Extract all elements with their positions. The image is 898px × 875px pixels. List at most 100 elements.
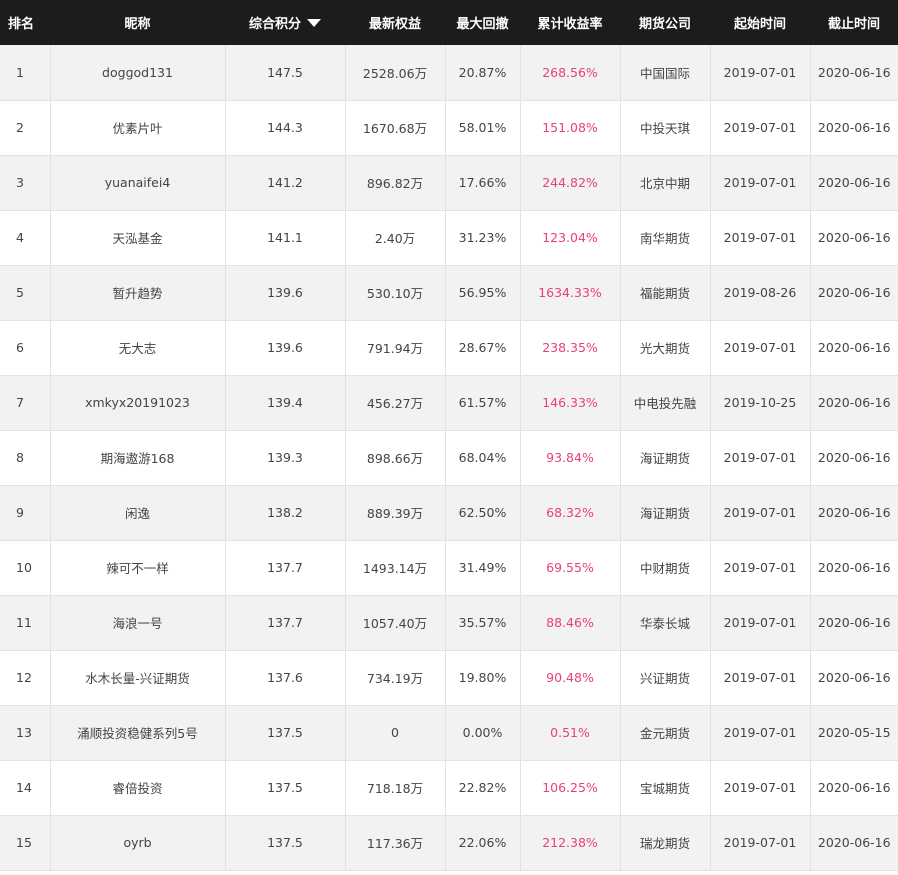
nickname-cell[interactable]: doggod131	[50, 45, 226, 101]
header-score-label: 综合积分	[248, 17, 301, 32]
header-return-rate[interactable]: 累计收益率	[520, 0, 620, 45]
score-cell: 137.5	[225, 705, 346, 761]
equity-cell: 1057.40万	[345, 595, 446, 651]
broker-cell: 海证期货	[620, 430, 711, 486]
nickname-cell[interactable]: 暂升趋势	[50, 265, 226, 321]
return-rate-cell: 93.84%	[520, 430, 621, 486]
end-date-cell: 2020-06-16	[810, 45, 898, 101]
table-row[interactable]: 15 oyrb 137.5 117.36万 22.06% 212.38% 瑞龙期货 2019-…	[0, 815, 898, 871]
score-cell: 141.1	[225, 210, 346, 266]
broker-cell: 中国国际	[620, 45, 711, 101]
table-row[interactable]: 11 海浪一号 137.7 1057.40万 35.57% 88.46% 华泰长城 2019-…	[0, 595, 898, 651]
score-cell: 144.3	[225, 100, 346, 156]
drawdown-cell: 62.50%	[445, 485, 521, 541]
nickname-cell[interactable]: 优素片叶	[50, 100, 226, 156]
end-date-cell: 2020-06-16	[810, 320, 898, 376]
nickname-cell[interactable]: oyrb	[50, 815, 226, 871]
nickname-cell[interactable]: yuanaifei4	[50, 155, 226, 211]
rank-cell: 10	[0, 540, 51, 596]
table-row[interactable]: 8 期海遨游168 139.3 898.66万 68.04% 93.84% 海证期货 2019…	[0, 430, 898, 486]
equity-cell: 1493.14万	[345, 540, 446, 596]
drawdown-cell: 61.57%	[445, 375, 521, 431]
table-row[interactable]: 13 涌顺投资稳健系列5号 137.5 0 0.00% 0.51% 金元期货 2019-07-…	[0, 705, 898, 761]
header-end-date[interactable]: 截止时间	[810, 0, 898, 45]
score-cell: 141.2	[225, 155, 346, 211]
nickname-cell[interactable]: 海浪一号	[50, 595, 226, 651]
broker-cell: 福能期货	[620, 265, 711, 321]
equity-cell: 896.82万	[345, 155, 446, 211]
end-date-cell: 2020-05-15	[810, 705, 898, 761]
equity-cell: 889.39万	[345, 485, 446, 541]
start-date-cell: 2019-07-01	[710, 705, 811, 761]
return-rate-cell: 146.33%	[520, 375, 621, 431]
nickname-cell[interactable]: 无大志	[50, 320, 226, 376]
return-rate-cell: 238.35%	[520, 320, 621, 376]
start-date-cell: 2019-07-01	[710, 430, 811, 486]
return-rate-cell: 123.04%	[520, 210, 621, 266]
rank-cell: 8	[0, 430, 51, 486]
rank-cell: 13	[0, 705, 51, 761]
triangle-down-icon[interactable]	[307, 19, 321, 27]
return-rate-cell: 212.38%	[520, 815, 621, 871]
ranking-table: 排名 昵称 综合积分 最新权益 最大回撤 累计收益率 期货公司 起始时间 截止时…	[0, 0, 898, 871]
nickname-cell[interactable]: xmkyx20191023	[50, 375, 226, 431]
score-cell: 139.4	[225, 375, 346, 431]
return-rate-cell: 90.48%	[520, 650, 621, 706]
nickname-cell[interactable]: 期海遨游168	[50, 430, 226, 486]
score-cell: 137.5	[225, 760, 346, 816]
table-row[interactable]: 4 天泓基金 141.1 2.40万 31.23% 123.04% 南华期货 2019-07-…	[0, 210, 898, 266]
broker-cell: 瑞龙期货	[620, 815, 711, 871]
drawdown-cell: 35.57%	[445, 595, 521, 651]
header-start-date[interactable]: 起始时间	[710, 0, 810, 45]
rank-cell: 15	[0, 815, 51, 871]
rank-cell: 6	[0, 320, 51, 376]
nickname-cell[interactable]: 辣可不一样	[50, 540, 226, 596]
return-rate-cell: 88.46%	[520, 595, 621, 651]
broker-cell: 兴证期货	[620, 650, 711, 706]
table-row[interactable]: 10 辣可不一样 137.7 1493.14万 31.49% 69.55% 中财期货 2019…	[0, 540, 898, 596]
table-row[interactable]: 14 睿倍投资 137.5 718.18万 22.82% 106.25% 宝城期货 2019-…	[0, 760, 898, 816]
drawdown-cell: 58.01%	[445, 100, 521, 156]
rank-cell: 5	[0, 265, 51, 321]
table-row[interactable]: 6 无大志 139.6 791.94万 28.67% 238.35% 光大期货 2019-07…	[0, 320, 898, 376]
score-cell: 138.2	[225, 485, 346, 541]
nickname-cell[interactable]: 睿倍投资	[50, 760, 226, 816]
end-date-cell: 2020-06-16	[810, 815, 898, 871]
return-rate-cell: 68.32%	[520, 485, 621, 541]
broker-cell: 中电投先融	[620, 375, 711, 431]
table-row[interactable]: 5 暂升趋势 139.6 530.10万 56.95% 1634.33% 福能期货 2019-…	[0, 265, 898, 321]
end-date-cell: 2020-06-16	[810, 375, 898, 431]
nickname-cell[interactable]: 天泓基金	[50, 210, 226, 266]
table-row[interactable]: 2 优素片叶 144.3 1670.68万 58.01% 151.08% 中投天琪 2019-…	[0, 100, 898, 156]
equity-cell: 1670.68万	[345, 100, 446, 156]
header-drawdown[interactable]: 最大回撤	[445, 0, 520, 45]
table-row[interactable]: 12 水木长量-兴证期货 137.6 734.19万 19.80% 90.48% 兴证期货 2…	[0, 650, 898, 706]
table-row[interactable]: 9 闲逸 138.2 889.39万 62.50% 68.32% 海证期货 2019-07-0…	[0, 485, 898, 541]
start-date-cell: 2019-07-01	[710, 320, 811, 376]
table-row[interactable]: 1 doggod131 147.5 2528.06万 20.87% 268.56% 中国国际…	[0, 45, 898, 101]
header-nickname[interactable]: 昵称	[50, 0, 225, 45]
equity-cell: 0	[345, 705, 446, 761]
nickname-cell[interactable]: 闲逸	[50, 485, 226, 541]
drawdown-cell: 31.23%	[445, 210, 521, 266]
header-equity[interactable]: 最新权益	[345, 0, 445, 45]
return-rate-cell: 244.82%	[520, 155, 621, 211]
drawdown-cell: 56.95%	[445, 265, 521, 321]
end-date-cell: 2020-06-16	[810, 430, 898, 486]
header-rank[interactable]: 排名	[0, 0, 50, 45]
nickname-cell[interactable]: 涌顺投资稳健系列5号	[50, 705, 226, 761]
table-row[interactable]: 3 yuanaifei4 141.2 896.82万 17.66% 244.82% 北京中期…	[0, 155, 898, 211]
equity-cell: 898.66万	[345, 430, 446, 486]
header-broker[interactable]: 期货公司	[620, 0, 710, 45]
broker-cell: 光大期货	[620, 320, 711, 376]
header-score[interactable]: 综合积分	[225, 0, 345, 45]
table-row[interactable]: 7 xmkyx20191023 139.4 456.27万 61.57% 146.33% 中…	[0, 375, 898, 431]
nickname-cell[interactable]: 水木长量-兴证期货	[50, 650, 226, 706]
score-cell: 147.5	[225, 45, 346, 101]
equity-cell: 2528.06万	[345, 45, 446, 101]
broker-cell: 北京中期	[620, 155, 711, 211]
return-rate-cell: 69.55%	[520, 540, 621, 596]
rank-cell: 2	[0, 100, 51, 156]
score-cell: 137.6	[225, 650, 346, 706]
start-date-cell: 2019-07-01	[710, 595, 811, 651]
